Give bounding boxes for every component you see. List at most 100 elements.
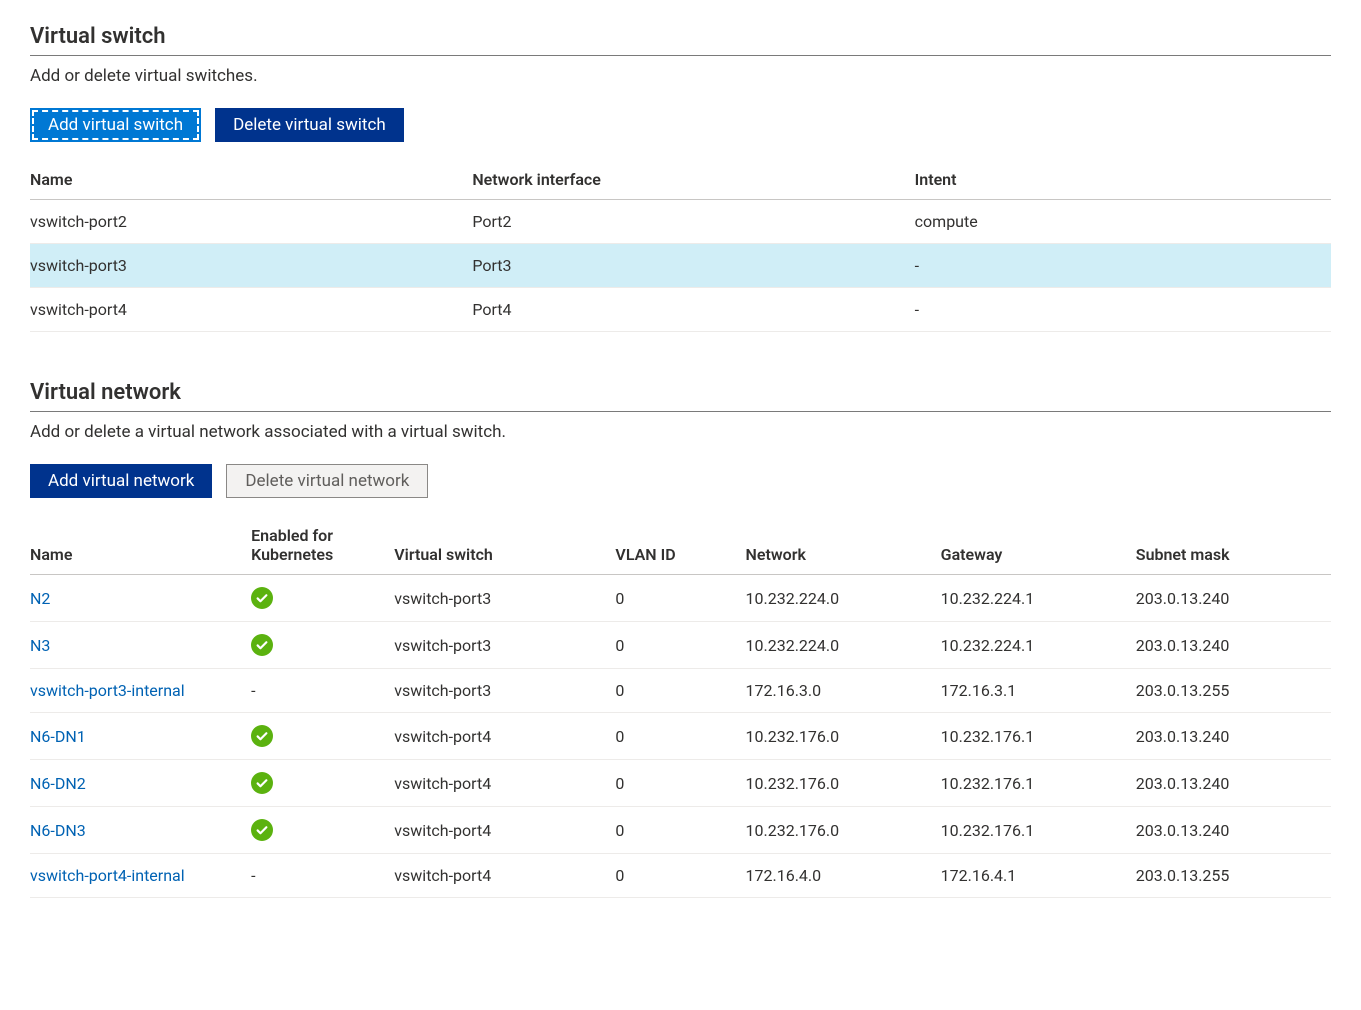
vnet-link[interactable]: N6-DN3 bbox=[30, 821, 86, 840]
cell-vswitch: vswitch-port4 bbox=[394, 854, 615, 898]
vnet-link[interactable]: N3 bbox=[30, 636, 50, 655]
vnet-col-mask[interactable]: Subnet mask bbox=[1136, 516, 1331, 575]
virtual-network-table: Name Enabled for Kubernetes Virtual swit… bbox=[30, 516, 1331, 898]
table-row[interactable]: N2 vswitch-port3010.232.224.010.232.224.1… bbox=[30, 575, 1331, 622]
cell-name: N6-DN3 bbox=[30, 807, 251, 854]
table-row[interactable]: N6-DN1 vswitch-port4010.232.176.010.232.1… bbox=[30, 713, 1331, 760]
cell-kubernetes: - bbox=[251, 854, 394, 898]
cell-network: 172.16.4.0 bbox=[746, 854, 941, 898]
table-row[interactable]: vswitch-port3-internal-vswitch-port30172… bbox=[30, 669, 1331, 713]
check-icon bbox=[251, 772, 273, 794]
cell-mask: 203.0.13.240 bbox=[1136, 760, 1331, 807]
virtual-switch-title: Virtual switch bbox=[30, 24, 1331, 56]
cell-vlan: 0 bbox=[615, 669, 745, 713]
cell-network: 10.232.224.0 bbox=[746, 575, 941, 622]
cell-vlan: 0 bbox=[615, 854, 745, 898]
cell-gateway: 10.232.224.1 bbox=[941, 575, 1136, 622]
cell-kubernetes bbox=[251, 575, 394, 622]
check-icon bbox=[251, 634, 273, 656]
vnet-col-name[interactable]: Name bbox=[30, 516, 251, 575]
cell-network: 172.16.3.0 bbox=[746, 669, 941, 713]
cell-vswitch: vswitch-port4 bbox=[394, 807, 615, 854]
cell-gateway: 10.232.176.1 bbox=[941, 807, 1136, 854]
table-row[interactable]: vswitch-port3Port3- bbox=[30, 244, 1331, 288]
cell-mask: 203.0.13.255 bbox=[1136, 854, 1331, 898]
table-row[interactable]: vswitch-port4-internal-vswitch-port40172… bbox=[30, 854, 1331, 898]
delete-virtual-switch-button[interactable]: Delete virtual switch bbox=[215, 108, 404, 142]
vnet-col-gateway[interactable]: Gateway bbox=[941, 516, 1136, 575]
cell-vswitch: vswitch-port3 bbox=[394, 669, 615, 713]
vnet-link[interactable]: vswitch-port4-internal bbox=[30, 866, 185, 885]
cell-interface: Port4 bbox=[472, 288, 914, 332]
cell-vlan: 0 bbox=[615, 575, 745, 622]
cell-mask: 203.0.13.240 bbox=[1136, 713, 1331, 760]
virtual-switch-table: Name Network interface Intent vswitch-po… bbox=[30, 160, 1331, 332]
cell-vswitch: vswitch-port3 bbox=[394, 622, 615, 669]
vnet-link[interactable]: N2 bbox=[30, 589, 50, 608]
add-virtual-network-button[interactable]: Add virtual network bbox=[30, 464, 212, 498]
vswitch-col-name[interactable]: Name bbox=[30, 160, 472, 200]
vnet-col-kubernetes[interactable]: Enabled for Kubernetes bbox=[251, 516, 394, 575]
cell-kubernetes bbox=[251, 760, 394, 807]
vnet-link[interactable]: N6-DN2 bbox=[30, 774, 86, 793]
cell-name: vswitch-port2 bbox=[30, 200, 472, 244]
cell-kubernetes bbox=[251, 713, 394, 760]
cell-gateway: 10.232.176.1 bbox=[941, 713, 1136, 760]
table-row[interactable]: vswitch-port4Port4- bbox=[30, 288, 1331, 332]
check-icon bbox=[251, 587, 273, 609]
virtual-switch-section: Virtual switch Add or delete virtual swi… bbox=[30, 24, 1331, 332]
table-row[interactable]: N6-DN2 vswitch-port4010.232.176.010.232.1… bbox=[30, 760, 1331, 807]
cell-vlan: 0 bbox=[615, 622, 745, 669]
cell-name: vswitch-port4-internal bbox=[30, 854, 251, 898]
check-icon bbox=[251, 819, 273, 841]
cell-vlan: 0 bbox=[615, 760, 745, 807]
vswitch-col-interface[interactable]: Network interface bbox=[472, 160, 914, 200]
cell-name: N2 bbox=[30, 575, 251, 622]
cell-name: vswitch-port4 bbox=[30, 288, 472, 332]
cell-network: 10.232.176.0 bbox=[746, 807, 941, 854]
virtual-network-section: Virtual network Add or delete a virtual … bbox=[30, 380, 1331, 898]
cell-network: 10.232.176.0 bbox=[746, 760, 941, 807]
vswitch-col-intent[interactable]: Intent bbox=[915, 160, 1331, 200]
cell-intent: - bbox=[915, 244, 1331, 288]
cell-vswitch: vswitch-port4 bbox=[394, 760, 615, 807]
cell-vswitch: vswitch-port4 bbox=[394, 713, 615, 760]
virtual-switch-button-row: Add virtual switch Delete virtual switch bbox=[30, 108, 1331, 142]
cell-vlan: 0 bbox=[615, 807, 745, 854]
vnet-link[interactable]: vswitch-port3-internal bbox=[30, 681, 185, 700]
cell-name: vswitch-port3 bbox=[30, 244, 472, 288]
cell-name: N6-DN2 bbox=[30, 760, 251, 807]
virtual-network-title: Virtual network bbox=[30, 380, 1331, 412]
table-row[interactable]: vswitch-port2Port2compute bbox=[30, 200, 1331, 244]
cell-vswitch: vswitch-port3 bbox=[394, 575, 615, 622]
virtual-network-description: Add or delete a virtual network associat… bbox=[30, 422, 1331, 442]
cell-network: 10.232.176.0 bbox=[746, 713, 941, 760]
add-virtual-switch-button[interactable]: Add virtual switch bbox=[30, 108, 201, 142]
table-row[interactable]: N3 vswitch-port3010.232.224.010.232.224.1… bbox=[30, 622, 1331, 669]
cell-kubernetes bbox=[251, 807, 394, 854]
cell-kubernetes bbox=[251, 622, 394, 669]
cell-gateway: 172.16.4.1 bbox=[941, 854, 1136, 898]
cell-gateway: 10.232.224.1 bbox=[941, 622, 1136, 669]
cell-mask: 203.0.13.240 bbox=[1136, 575, 1331, 622]
cell-mask: 203.0.13.240 bbox=[1136, 807, 1331, 854]
cell-gateway: 10.232.176.1 bbox=[941, 760, 1136, 807]
check-icon bbox=[251, 725, 273, 747]
vnet-col-network[interactable]: Network bbox=[746, 516, 941, 575]
table-row[interactable]: N6-DN3 vswitch-port4010.232.176.010.232.1… bbox=[30, 807, 1331, 854]
cell-interface: Port2 bbox=[472, 200, 914, 244]
virtual-network-button-row: Add virtual network Delete virtual netwo… bbox=[30, 464, 1331, 498]
vnet-link[interactable]: N6-DN1 bbox=[30, 727, 86, 746]
cell-network: 10.232.224.0 bbox=[746, 622, 941, 669]
vnet-col-vswitch[interactable]: Virtual switch bbox=[394, 516, 615, 575]
vnet-col-vlan[interactable]: VLAN ID bbox=[615, 516, 745, 575]
virtual-switch-description: Add or delete virtual switches. bbox=[30, 66, 1331, 86]
cell-name: vswitch-port3-internal bbox=[30, 669, 251, 713]
cell-name: N3 bbox=[30, 622, 251, 669]
cell-interface: Port3 bbox=[472, 244, 914, 288]
cell-vlan: 0 bbox=[615, 713, 745, 760]
cell-name: N6-DN1 bbox=[30, 713, 251, 760]
cell-mask: 203.0.13.240 bbox=[1136, 622, 1331, 669]
delete-virtual-network-button: Delete virtual network bbox=[226, 464, 428, 498]
cell-intent: - bbox=[915, 288, 1331, 332]
